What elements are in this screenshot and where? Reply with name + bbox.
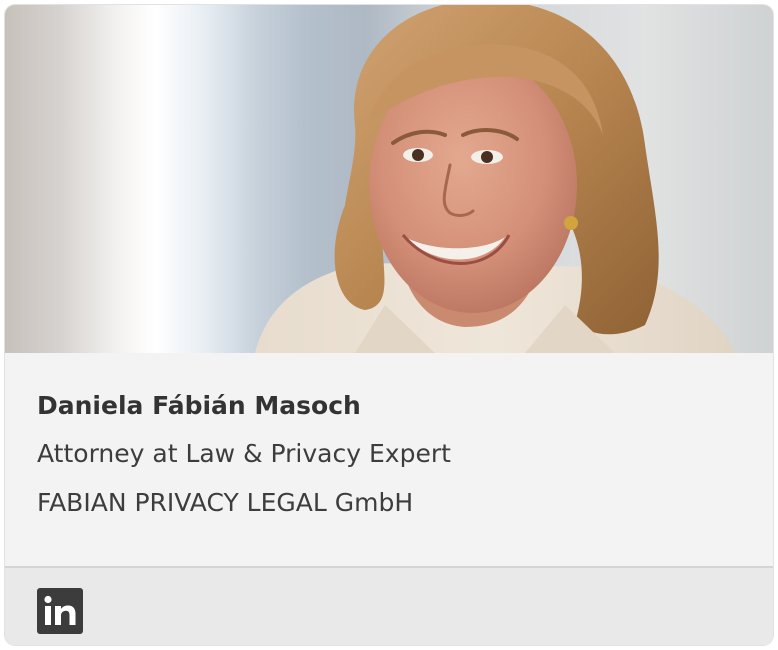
social-footer: [5, 568, 773, 645]
profile-name: Daniela Fábián Masoch: [37, 391, 361, 420]
profile-card: Daniela Fábián Masoch Attorney at Law & …: [5, 5, 773, 645]
profile-company: FABIAN PRIVACY LEGAL GmbH: [37, 488, 414, 517]
profile-photo: [5, 5, 773, 353]
profile-role: Attorney at Law & Privacy Expert: [37, 439, 451, 468]
linkedin-icon: [44, 595, 76, 625]
portrait-illustration: [255, 5, 735, 353]
linkedin-link[interactable]: [37, 588, 83, 634]
profile-info: Daniela Fábián Masoch Attorney at Law & …: [5, 353, 773, 568]
